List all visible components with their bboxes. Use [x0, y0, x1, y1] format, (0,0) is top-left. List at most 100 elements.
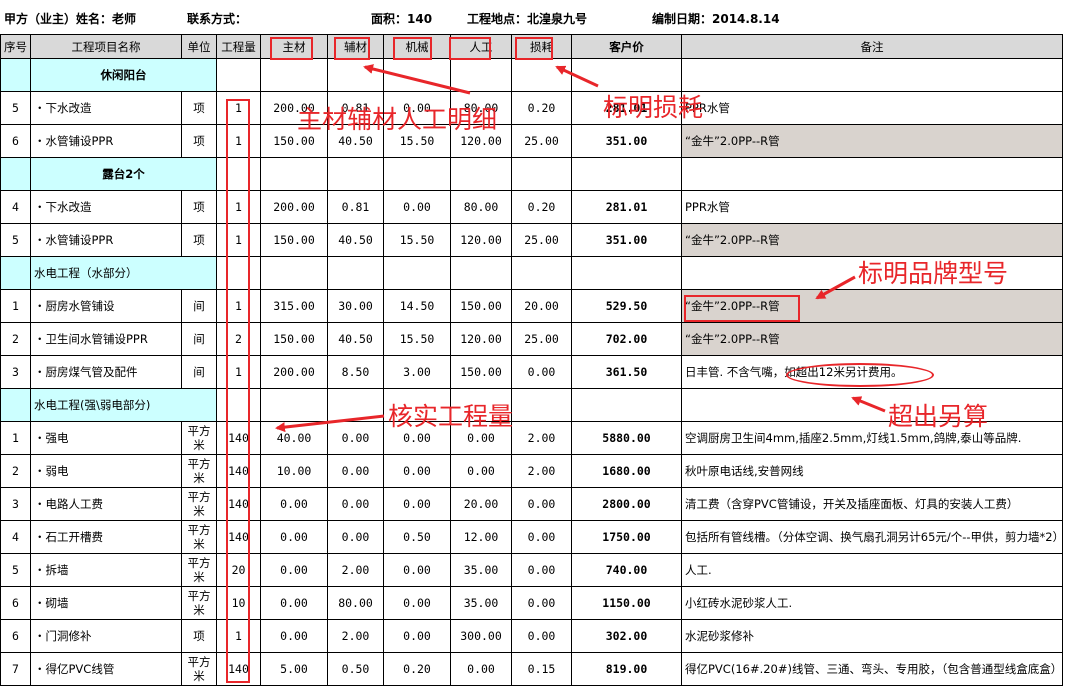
table-row: 1 ・厨房水管铺设间 1 315.00 30.00 14.50 150.00 20.00 529…	[0, 289, 1063, 323]
item-aux-material: 0.81	[327, 190, 384, 224]
item-name: ・水管铺设PPR	[30, 223, 182, 257]
item-loss: 20.00	[511, 289, 572, 323]
item-qty: 1	[216, 355, 261, 389]
item-price: 302.00	[571, 619, 682, 653]
item-note: “金牛”2.0PP--R管	[681, 124, 1063, 158]
item-machine: 0.00	[383, 454, 451, 488]
table-row: 3 ・厨房煤气管及配件间 1 200.00 8.50 3.00 150.00 0.00 361.…	[0, 355, 1063, 389]
item-price: 361.50	[571, 355, 682, 389]
item-qty: 1	[216, 223, 261, 257]
row-no: 1	[0, 289, 31, 323]
column-header-row: 序号 工程项目名称 单位 工程量 主材 辅材 机械 人工 损耗 客户价 备注	[0, 34, 1063, 59]
table-row: 7 ・得亿PVC线管 平方米 140 5.00 0.50 0.20 0.00 0.15 819.0…	[0, 652, 1063, 686]
item-price: 740.00	[571, 553, 682, 587]
row-no: 6	[0, 619, 31, 653]
item-name: ・厨房煤气管及配件	[30, 355, 182, 389]
item-name: ・强电	[30, 421, 182, 455]
empty-cell	[571, 58, 682, 92]
empty-cell	[511, 157, 572, 191]
section-title: 休闲阳台	[30, 58, 217, 92]
item-machine: 0.00	[383, 91, 451, 125]
item-note: 空调厨房卫生间4mm,插座2.5mm,灯线1.5mm,鸽牌,泰山等品牌.	[681, 421, 1063, 455]
item-labor: 0.00	[450, 421, 512, 455]
item-unit: 平方米	[181, 421, 217, 455]
item-main-material: 200.00	[260, 190, 328, 224]
col-header-note: 备注	[681, 34, 1063, 59]
item-qty: 140	[216, 454, 261, 488]
item-main-material: 200.00	[260, 91, 328, 125]
table-row: 3 ・电路人工费 平方米 140 0.00 0.00 0.00 20.00 0.00 2800.0…	[0, 487, 1063, 521]
empty-cell	[511, 256, 572, 290]
empty-cell	[327, 58, 384, 92]
item-qty: 2	[216, 322, 261, 356]
quotation-table: 序号 工程项目名称 单位 工程量 主材 辅材 机械 人工 损耗 客户价 备注 休…	[0, 34, 1063, 686]
item-unit: 平方米	[181, 454, 217, 488]
item-qty: 1	[216, 190, 261, 224]
empty-cell	[681, 157, 1063, 191]
item-price: 702.00	[571, 322, 682, 356]
item-unit: 项	[181, 91, 217, 125]
item-aux-material: 8.50	[327, 355, 384, 389]
row-no: 6	[0, 124, 31, 158]
table-row: 6 ・砌墙 平方米 10 0.00 80.00 0.00 35.00 0.00 1150.00 小红…	[0, 586, 1063, 620]
item-name: ・下水改造	[30, 91, 182, 125]
empty-cell	[450, 256, 512, 290]
item-note: 日丰管. 不含气嘴，如超出12米另计费用。	[681, 355, 1063, 389]
item-aux-material: 0.81	[327, 91, 384, 125]
col-header-labor: 人工	[450, 34, 512, 59]
item-unit: 项	[181, 124, 217, 158]
item-machine: 0.50	[383, 520, 451, 554]
row-no: 1	[0, 421, 31, 455]
sheet-header: 甲方（业主）姓名：老师 联系方式： 面积：140 工程地点：北湟泉九号 编制日期…	[0, 0, 1067, 34]
item-price: 2800.00	[571, 487, 682, 521]
section-row: 休闲阳台	[0, 58, 1063, 92]
item-labor: 150.00	[450, 289, 512, 323]
empty-cell	[260, 388, 328, 422]
item-machine: 14.50	[383, 289, 451, 323]
item-price: 281.01	[571, 190, 682, 224]
item-labor: 120.00	[450, 322, 512, 356]
item-price: 529.50	[571, 289, 682, 323]
item-machine: 0.00	[383, 619, 451, 653]
item-aux-material: 2.00	[327, 553, 384, 587]
item-price: 819.00	[571, 652, 682, 686]
item-main-material: 5.00	[260, 652, 328, 686]
table-row: 4 ・石工开槽费 平方米 140 0.00 0.00 0.50 12.00 0.00 1750.0…	[0, 520, 1063, 554]
item-qty: 1	[216, 124, 261, 158]
row-no: 7	[0, 652, 31, 686]
item-note: PPR水管	[681, 91, 1063, 125]
empty-cell	[327, 256, 384, 290]
empty-cell	[216, 157, 261, 191]
section-title: 水电工程(强\弱电部分)	[30, 388, 217, 422]
item-name: ・下水改造	[30, 190, 182, 224]
item-price: 1150.00	[571, 586, 682, 620]
empty-cell	[383, 256, 451, 290]
section-no-cell	[0, 256, 31, 290]
item-unit: 平方米	[181, 487, 217, 521]
item-machine: 0.00	[383, 421, 451, 455]
empty-cell	[383, 157, 451, 191]
item-unit: 项	[181, 619, 217, 653]
item-aux-material: 0.00	[327, 520, 384, 554]
item-name: ・电路人工费	[30, 487, 182, 521]
item-qty: 1	[216, 619, 261, 653]
empty-cell	[571, 256, 682, 290]
item-qty: 140	[216, 421, 261, 455]
item-labor: 300.00	[450, 619, 512, 653]
item-note: 小红砖水泥砂浆人工.	[681, 586, 1063, 620]
item-loss: 0.20	[511, 190, 572, 224]
item-unit: 平方米	[181, 652, 217, 686]
item-name: ・得亿PVC线管	[30, 652, 182, 686]
section-no-cell	[0, 157, 31, 191]
item-aux-material: 30.00	[327, 289, 384, 323]
item-machine: 3.00	[383, 355, 451, 389]
empty-cell	[571, 157, 682, 191]
table-row: 5 ・下水改造项 1 200.00 0.81 0.00 80.00 0.20 281.01 PPR…	[0, 91, 1063, 125]
col-header-qty: 工程量	[216, 34, 261, 59]
item-main-material: 40.00	[260, 421, 328, 455]
item-unit: 间	[181, 322, 217, 356]
item-machine: 0.00	[383, 586, 451, 620]
item-note: 秋叶原电话线,安普网线	[681, 454, 1063, 488]
item-labor: 35.00	[450, 553, 512, 587]
item-unit: 平方米	[181, 520, 217, 554]
